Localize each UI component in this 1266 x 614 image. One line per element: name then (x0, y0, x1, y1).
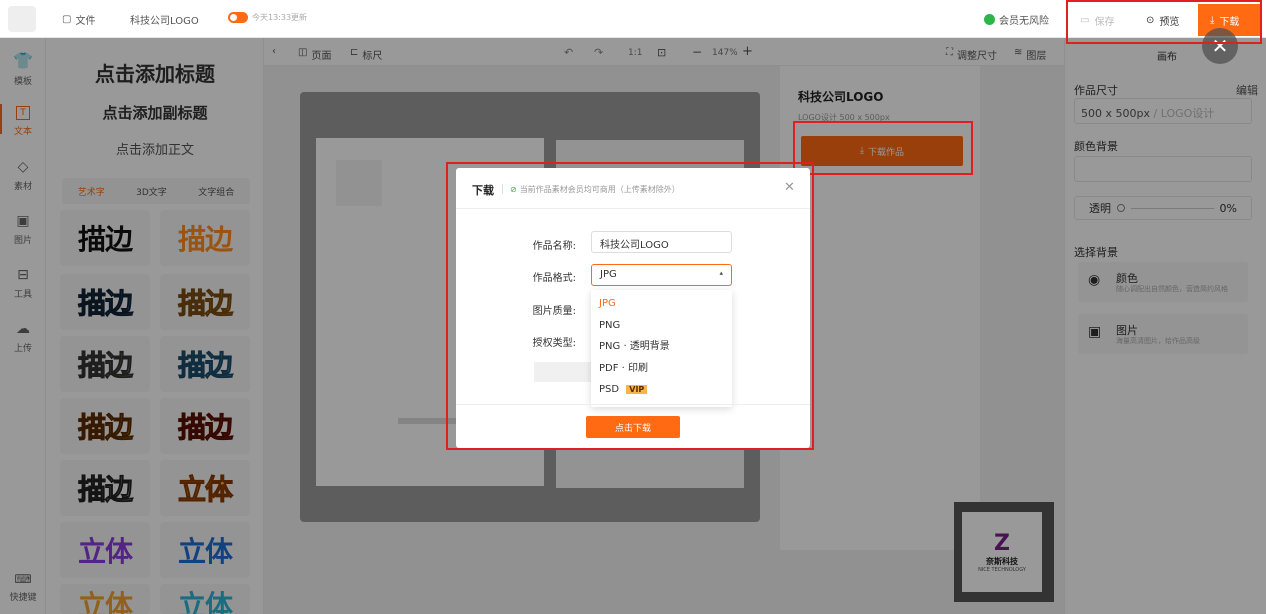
check-circle-icon (984, 14, 995, 25)
highlight-box-topright (1066, 0, 1262, 44)
app-logo[interactable] (8, 6, 36, 32)
highlight-box-download (793, 121, 973, 175)
toggle-switch[interactable] (228, 12, 248, 23)
file-menu[interactable]: ▢ 文件 (62, 12, 95, 27)
autosave-toggle[interactable]: 今天13:33更新 (228, 12, 307, 23)
risk-badge[interactable]: 会员无风险 (984, 12, 1049, 27)
file-icon: ▢ (62, 14, 72, 25)
document-title[interactable]: 科技公司LOGO (130, 12, 199, 27)
highlight-box-dialog (446, 162, 814, 450)
